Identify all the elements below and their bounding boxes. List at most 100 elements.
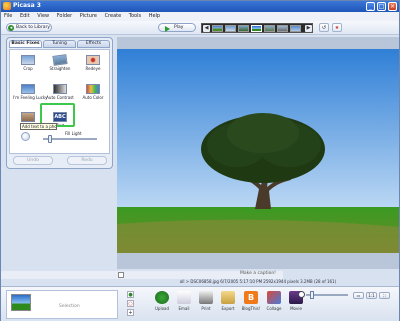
zoom-slider-handle[interactable] — [310, 291, 314, 299]
filmstrip-thumb[interactable] — [277, 25, 288, 32]
retouch-icon — [21, 112, 35, 122]
filmstrip-thumb[interactable] — [212, 25, 223, 32]
filmstrip: ◀ ▶ — [201, 23, 313, 33]
export-button[interactable]: Export — [217, 291, 239, 319]
tray-thumbnail[interactable] — [11, 294, 31, 311]
auto-color-button[interactable]: Auto Color — [78, 82, 108, 104]
tray-actions: ● ○ + — [127, 291, 135, 317]
menu-picture[interactable]: Picture — [77, 12, 100, 20]
tab-tuning[interactable]: Tuning — [43, 40, 76, 48]
redeye-label: Redeye — [85, 66, 101, 71]
redeye-icon — [86, 55, 100, 65]
print-label: Print — [201, 306, 211, 311]
filmstrip-thumb[interactable] — [264, 25, 275, 32]
window-title: Picasa 3 — [13, 2, 41, 9]
edit-panel: Basic Fixes Tuning Effects Crop Straight… — [6, 37, 113, 169]
menu-create[interactable]: Create — [102, 12, 125, 20]
filmstrip-next-button[interactable]: ▶ — [305, 25, 312, 32]
filmstrip-thumb[interactable] — [290, 25, 301, 32]
straighten-label: Straighten — [49, 66, 71, 71]
star-icon[interactable]: ★ — [332, 23, 342, 32]
caption-input[interactable]: Make a caption! — [218, 271, 298, 276]
redeye-button[interactable]: Redeye — [78, 53, 108, 75]
minimize-button[interactable]: _ — [366, 2, 375, 11]
caption-close-icon[interactable] — [118, 272, 124, 278]
auto-contrast-button[interactable]: Auto Contrast — [45, 82, 75, 104]
email-icon — [177, 291, 191, 304]
print-icon — [199, 291, 213, 304]
menu-edit[interactable]: Edit — [17, 12, 33, 20]
feeling-lucky-icon — [21, 84, 35, 94]
photo-tray: Selection — [6, 290, 118, 319]
zoom-icon — [298, 291, 305, 298]
crop-label: Crop — [23, 66, 33, 71]
menu-folder[interactable]: Folder — [54, 12, 75, 20]
straighten-icon — [52, 54, 68, 66]
auto-contrast-label: Auto Contrast — [46, 95, 74, 100]
redo-button[interactable]: Redo — [67, 156, 107, 165]
back-to-library-button[interactable]: ◂ Back to Library — [6, 23, 52, 32]
back-arrow-icon: ◂ — [8, 25, 14, 31]
straighten-button[interactable]: Straighten — [45, 53, 75, 75]
tab-effects[interactable]: Effects — [77, 40, 110, 48]
toolbar: ◂ Back to Library Play ◀ ▶ ↺ ★ — [1, 21, 399, 35]
auto-contrast-icon — [53, 84, 67, 94]
filmstrip-thumb[interactable] — [225, 25, 236, 32]
play-icon — [165, 25, 170, 32]
collage-icon — [267, 291, 281, 304]
edit-tabs: Basic Fixes Tuning Effects — [9, 40, 110, 48]
bottom-bar: Selection ● ○ + Upload Email Print Expor… — [1, 286, 399, 321]
back-to-library-label: Back to Library — [16, 25, 51, 30]
feeling-lucky-label: I'm Feeling Lucky — [13, 95, 48, 100]
crop-icon — [21, 55, 35, 65]
tray-selection-label: Selection — [59, 304, 80, 309]
auto-color-icon — [86, 84, 100, 94]
close-button[interactable]: × — [388, 2, 397, 11]
actual-size-button[interactable]: 1:1 — [366, 292, 377, 299]
collage-label: Collage — [266, 306, 282, 311]
menu-view[interactable]: View — [34, 12, 52, 20]
blogger-icon: B — [244, 291, 258, 304]
photo-tree-field[interactable] — [117, 49, 399, 253]
picasa-window: Picasa 3 _ □ × File Edit View Folder Pic… — [0, 0, 400, 321]
maximize-button[interactable]: □ — [377, 2, 386, 11]
menu-help[interactable]: Help — [146, 12, 163, 20]
feeling-lucky-button[interactable]: I'm Feeling Lucky — [13, 82, 48, 104]
export-folder-icon — [221, 291, 235, 304]
undo-button[interactable]: Undo — [13, 156, 53, 165]
movie-label: Movie — [290, 306, 302, 311]
menu-tools[interactable]: Tools — [126, 12, 144, 20]
email-button[interactable]: Email — [173, 291, 195, 319]
photo-viewer — [117, 37, 399, 269]
photo-info-line: all > DSC06858.jpg 6/7/2005 5:17:10 PM 2… — [179, 279, 337, 284]
play-label: Play — [174, 25, 184, 30]
tab-basic-fixes[interactable]: Basic Fixes — [9, 40, 42, 48]
filmstrip-thumb[interactable] — [238, 25, 249, 32]
export-label: Export — [221, 306, 235, 311]
upload-label: Upload — [154, 306, 169, 311]
crop-button[interactable]: Crop — [13, 53, 43, 75]
clear-tray-icon[interactable]: ○ — [127, 300, 134, 307]
rotate-left-icon[interactable]: ↺ — [319, 23, 329, 32]
add-to-album-icon[interactable]: + — [127, 309, 134, 316]
fullscreen-button[interactable]: ⛶ — [379, 292, 390, 299]
play-slideshow-button[interactable]: Play — [158, 23, 196, 32]
blogthis-button[interactable]: B BlogThis! — [240, 291, 262, 319]
picasa-app-icon — [3, 2, 11, 10]
upload-icon — [155, 291, 169, 304]
auto-color-label: Auto Color — [82, 95, 104, 100]
fill-light-slider-handle[interactable] — [48, 135, 52, 143]
title-bar: Picasa 3 _ □ × — [1, 1, 399, 12]
filmstrip-thumb-selected[interactable] — [251, 25, 262, 32]
fill-light-label: Fill Light — [65, 131, 82, 136]
blogthis-label: BlogThis! — [241, 306, 261, 311]
print-button[interactable]: Print — [195, 291, 217, 319]
menu-bar: File Edit View Folder Picture Create Too… — [1, 12, 399, 21]
fit-view-button[interactable]: ▭ — [353, 292, 364, 299]
fill-light-icon — [21, 132, 30, 141]
upload-button[interactable]: Upload — [151, 291, 173, 319]
collage-button[interactable]: Collage — [263, 291, 285, 319]
menu-file[interactable]: File — [1, 12, 15, 20]
filmstrip-prev-button[interactable]: ◀ — [203, 25, 210, 32]
hold-pin-icon[interactable]: ● — [127, 291, 134, 298]
